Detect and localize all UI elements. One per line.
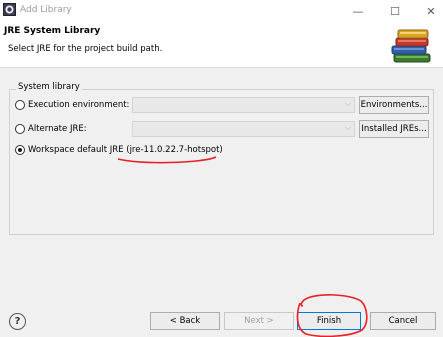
minimize-icon: — bbox=[352, 4, 364, 18]
chevron-down-icon: ⌵ bbox=[344, 123, 351, 132]
maximize-icon: ☐ bbox=[390, 4, 400, 18]
radio-button[interactable] bbox=[15, 124, 25, 134]
window-title: Add Library bbox=[20, 5, 72, 15]
title-bar: Add Library — ☐ ✕ bbox=[0, 0, 443, 22]
environments-button[interactable]: Environments... bbox=[359, 96, 429, 114]
cancel-button[interactable]: Cancel bbox=[370, 312, 436, 330]
installed-jres-button[interactable]: Installed JREs... bbox=[359, 120, 429, 138]
page-title: JRE System Library bbox=[4, 26, 101, 36]
radio-workspace-default-jre[interactable]: Workspace default JRE (jre-11.0.22.7-hot… bbox=[15, 142, 223, 158]
alternate-jre-combo[interactable]: ⌵ bbox=[132, 121, 355, 137]
minimize-button[interactable]: — bbox=[343, 0, 373, 22]
radio-execution-environment[interactable]: Execution environment: bbox=[15, 97, 129, 113]
help-button[interactable]: ? bbox=[9, 313, 26, 330]
radio-label: Workspace default JRE (jre-11.0.22.7-hot… bbox=[28, 145, 223, 155]
page-description: Select JRE for the project build path. bbox=[8, 44, 163, 54]
finish-button[interactable]: Finish bbox=[297, 312, 361, 330]
radio-label: Execution environment: bbox=[28, 100, 130, 110]
books-icon bbox=[391, 29, 431, 63]
radio-button-checked[interactable] bbox=[15, 145, 25, 155]
back-button[interactable]: < Back bbox=[150, 312, 220, 330]
chevron-down-icon: ⌵ bbox=[344, 99, 351, 108]
next-button[interactable]: Next > bbox=[224, 312, 294, 330]
wizard-header: JRE System Library Select JRE for the pr… bbox=[0, 22, 443, 68]
execution-environment-combo[interactable]: ⌵ bbox=[132, 97, 355, 113]
radio-button[interactable] bbox=[15, 100, 25, 110]
eclipse-icon bbox=[3, 3, 16, 16]
maximize-button[interactable]: ☐ bbox=[380, 0, 410, 22]
radio-label: Alternate JRE: bbox=[28, 124, 87, 134]
group-label: System library bbox=[16, 82, 82, 92]
close-button[interactable]: ✕ bbox=[416, 0, 443, 22]
close-icon: ✕ bbox=[426, 4, 436, 18]
help-icon: ? bbox=[14, 316, 21, 327]
radio-alternate-jre[interactable]: Alternate JRE: bbox=[15, 121, 87, 137]
